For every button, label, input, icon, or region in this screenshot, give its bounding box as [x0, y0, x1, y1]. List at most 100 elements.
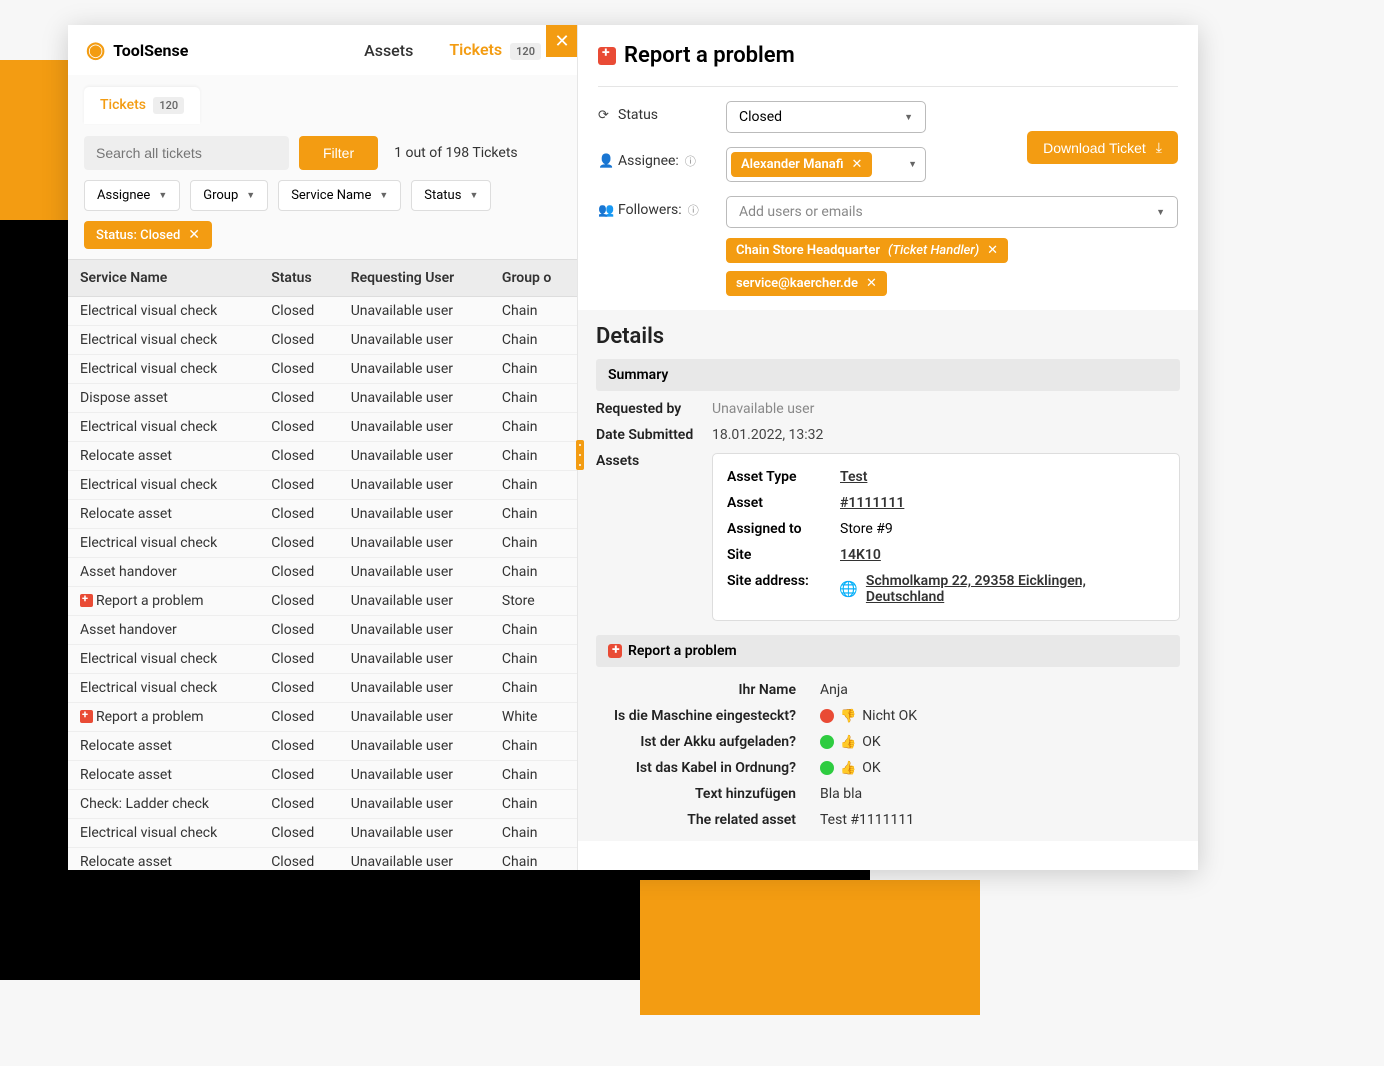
problem-section-header: Report a problem [596, 635, 1180, 667]
col-service[interactable]: Service Name [68, 260, 259, 297]
table-row[interactable]: Dispose assetClosedUnavailable userChain [68, 384, 577, 413]
cell-group: Chain [490, 790, 577, 819]
table-row[interactable]: Electrical visual checkClosedUnavailable… [68, 413, 577, 442]
filter-assignee-label: Assignee [97, 188, 150, 203]
filter-button[interactable]: Filter [299, 136, 378, 170]
table-row[interactable]: Relocate assetClosedUnavailable userChai… [68, 761, 577, 790]
table-row[interactable]: Electrical visual checkClosedUnavailable… [68, 674, 577, 703]
status-select[interactable]: Closed ▼ [726, 101, 926, 133]
cell-group: Chain [490, 848, 577, 871]
search-input[interactable] [84, 136, 289, 170]
caret-icon: ▼ [908, 159, 917, 170]
table-row[interactable]: Report a problemClosedUnavailable userWh… [68, 703, 577, 732]
follower-remove[interactable]: ✕ [866, 276, 877, 291]
filter-group[interactable]: Group▼ [190, 180, 268, 211]
status-dot-red [820, 709, 834, 723]
details-block: Details Summary Requested byUnavailable … [578, 310, 1198, 841]
cell-service: Electrical visual check [68, 471, 259, 500]
qa-row: Ist das Kabel in Ordnung?👍 OK [596, 755, 1180, 781]
cell-user: Unavailable user [339, 355, 490, 384]
col-user[interactable]: Requesting User [339, 260, 490, 297]
cell-status: Closed [259, 413, 339, 442]
cell-service: Electrical visual check [68, 413, 259, 442]
details-heading: Details [596, 324, 1180, 349]
chip-remove[interactable]: ✕ [188, 227, 200, 243]
users-icon: 👥 [598, 203, 612, 218]
info-icon[interactable]: ⓘ [685, 153, 696, 169]
nav-assets[interactable]: Assets [346, 41, 431, 60]
status-label: ⟳Status [598, 101, 714, 123]
logo-icon: ◉ [86, 38, 105, 63]
cell-status: Closed [259, 355, 339, 384]
report-problem-icon [598, 47, 616, 65]
cell-status: Closed [259, 587, 339, 616]
cell-service: Electrical visual check [68, 645, 259, 674]
table-row[interactable]: Relocate assetClosedUnavailable userChai… [68, 848, 577, 871]
tab-tickets[interactable]: Tickets 120 [84, 87, 200, 124]
filter-assignee[interactable]: Assignee▼ [84, 180, 180, 211]
table-row[interactable]: Asset handoverClosedUnavailable userChai… [68, 616, 577, 645]
table-row[interactable]: Relocate assetClosedUnavailable userChai… [68, 442, 577, 471]
asset-link[interactable]: #1111111 [840, 495, 904, 511]
col-status[interactable]: Status [259, 260, 339, 297]
cell-status: Closed [259, 848, 339, 871]
caret-icon: ▼ [246, 190, 255, 201]
follower-name: service@kaercher.de [736, 276, 858, 291]
table-row[interactable]: Relocate assetClosedUnavailable userChai… [68, 732, 577, 761]
table-row[interactable]: Report a problemClosedUnavailable userSt… [68, 587, 577, 616]
table-row[interactable]: Electrical visual checkClosedUnavailable… [68, 297, 577, 326]
close-panel-button[interactable]: ✕ [546, 25, 578, 57]
nav-tickets-badge: 120 [510, 43, 541, 60]
tickets-table-wrap: Service Name Status Requesting User Grou… [68, 259, 577, 870]
assignee-select[interactable]: Alexander Manafi ✕ ▼ [726, 147, 926, 182]
site-addr-label: Site address: [727, 573, 821, 605]
cell-service: Electrical visual check [68, 674, 259, 703]
asset-type-link[interactable]: Test [840, 469, 867, 485]
cell-status: Closed [259, 500, 339, 529]
table-row[interactable]: Electrical visual checkClosedUnavailable… [68, 529, 577, 558]
qa-row: Is die Maschine eingesteckt?👎 Nicht OK [596, 703, 1180, 729]
download-icon: ⤓ [1156, 139, 1162, 156]
table-row[interactable]: Electrical visual checkClosedUnavailable… [68, 645, 577, 674]
caret-icon: ▼ [1156, 207, 1165, 218]
cell-service: Electrical visual check [68, 297, 259, 326]
table-row[interactable]: Electrical visual checkClosedUnavailable… [68, 355, 577, 384]
follower-remove[interactable]: ✕ [987, 243, 998, 258]
nav-tickets[interactable]: Tickets 120 [431, 40, 559, 60]
filters-row: Assignee▼ Group▼ Service Name▼ Status▼ [68, 180, 577, 221]
followers-placeholder: Add users or emails [739, 204, 863, 220]
cell-group: Chain [490, 558, 577, 587]
site-addr-link[interactable]: Schmolkamp 22, 29358 Eicklingen, Deutsch… [866, 573, 1165, 605]
cell-status: Closed [259, 558, 339, 587]
cell-user: Unavailable user [339, 732, 490, 761]
col-group[interactable]: Group o [490, 260, 577, 297]
cell-service: Report a problem [68, 703, 259, 732]
status-dot-green [820, 735, 834, 749]
date-submitted-label: Date Submitted [596, 427, 694, 443]
info-icon[interactable]: ⓘ [688, 202, 699, 218]
cell-group: Chain [490, 413, 577, 442]
table-row[interactable]: Check: Ladder checkClosedUnavailable use… [68, 790, 577, 819]
site-link[interactable]: 14K10 [840, 547, 881, 563]
panel-resize-handle[interactable] [576, 440, 584, 470]
chip-label: Status: Closed [96, 228, 180, 243]
cell-user: Unavailable user [339, 529, 490, 558]
cell-group: White [490, 703, 577, 732]
table-row[interactable]: Asset handoverClosedUnavailable userChai… [68, 558, 577, 587]
tickets-table: Service Name Status Requesting User Grou… [68, 259, 577, 870]
table-row[interactable]: Electrical visual checkClosedUnavailable… [68, 471, 577, 500]
download-ticket-label: Download Ticket [1043, 140, 1146, 156]
download-ticket-button[interactable]: Download Ticket ⤓ [1027, 131, 1178, 164]
filter-status[interactable]: Status▼ [411, 180, 491, 211]
assignee-remove[interactable]: ✕ [851, 157, 862, 172]
followers-row: 👥Followers:ⓘ Add users or emails ▼ Chain… [598, 196, 1178, 296]
asset-type-label: Asset Type [727, 469, 822, 485]
follower-pill: service@kaercher.de ✕ [726, 271, 887, 296]
cell-group: Chain [490, 761, 577, 790]
table-row[interactable]: Electrical visual checkClosedUnavailable… [68, 326, 577, 355]
followers-select[interactable]: Add users or emails ▼ [726, 196, 1178, 228]
follower-suffix: (Ticket Handler) [888, 243, 979, 258]
table-row[interactable]: Relocate assetClosedUnavailable userChai… [68, 500, 577, 529]
filter-service[interactable]: Service Name▼ [278, 180, 401, 211]
table-row[interactable]: Electrical visual checkClosedUnavailable… [68, 819, 577, 848]
